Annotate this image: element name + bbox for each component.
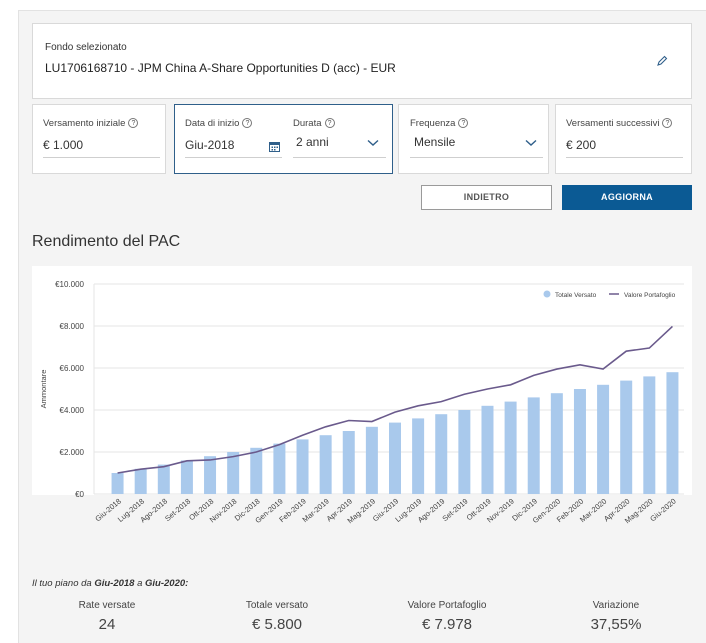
bar-totale-versato — [342, 431, 355, 494]
back-button[interactable]: INDIETRO — [421, 185, 552, 210]
stat-installments: Rate versate 24 — [37, 600, 177, 633]
input-underline — [43, 157, 160, 158]
update-button[interactable]: AGGIORNA — [562, 185, 692, 210]
bar-totale-versato — [504, 401, 517, 494]
stat-title: Rate versate — [78, 600, 136, 611]
subsequent-payments-label: Versamenti successivi — [566, 118, 660, 129]
stat-value: 37,55% — [590, 616, 642, 633]
bar-totale-versato — [180, 460, 193, 494]
stat-title: Variazione — [592, 600, 640, 611]
bar-totale-versato — [666, 372, 679, 494]
y-tick-label: €2.000 — [60, 448, 85, 457]
chevron-down-icon[interactable] — [367, 139, 379, 147]
bar-totale-versato — [458, 410, 471, 494]
stat-change: Variazione 37,55% — [546, 600, 686, 633]
performance-chart: €0 €2.000 €4.000 €6.000 €8.000 €10.000 Ammonta… — [32, 266, 692, 525]
start-date-value[interactable]: Giu-2018 — [185, 138, 234, 152]
duration-label: Durata — [293, 118, 322, 129]
bar-totale-versato — [111, 473, 124, 494]
help-icon[interactable]: ? — [128, 118, 139, 128]
subsequent-payments-field[interactable]: Versamenti successivi? € 200 — [555, 104, 692, 174]
stat-portfolio-value: Valore Portafoglio € 7.978 — [377, 600, 517, 633]
help-icon[interactable]: ? — [324, 118, 335, 128]
y-tick-label: €0 — [75, 490, 84, 499]
bar-totale-versato — [204, 456, 217, 494]
subsequent-payments-value[interactable]: € 200 — [566, 138, 596, 152]
stat-value: € 5.800 — [251, 616, 303, 633]
plan-summary: Il tuo piano da Giu-2018 a Giu-2020: — [32, 578, 188, 589]
initial-payment-label: Versamento iniziale — [43, 118, 126, 129]
fund-value: LU1706168710 - JPM China A-Share Opportu… — [45, 61, 396, 75]
fund-label: Fondo selezionato — [45, 42, 127, 53]
plan-suffix: : — [185, 578, 189, 589]
chevron-down-icon[interactable] — [525, 139, 537, 147]
help-icon[interactable]: ? — [458, 118, 469, 128]
bar-totale-versato — [550, 393, 563, 494]
bar-totale-versato — [527, 397, 540, 494]
x-tick-label: Set-2018 — [163, 497, 192, 523]
bar-totale-versato — [296, 439, 309, 494]
initial-payment-field[interactable]: Versamento iniziale? € 1.000 — [32, 104, 166, 174]
y-tick-label: €4.000 — [60, 406, 85, 415]
help-icon[interactable]: ? — [662, 118, 673, 128]
input-underline — [410, 157, 543, 158]
bar-totale-versato — [389, 422, 401, 494]
date-duration-field: Data di inizio? Giu-2018 Durata? 2 anni — [174, 104, 393, 174]
plan-to: Giu-2020 — [145, 578, 186, 589]
bar-totale-versato — [365, 426, 378, 494]
y-tick-label: €10.000 — [55, 280, 84, 289]
duration-value[interactable]: 2 anni — [296, 135, 329, 149]
bar-totale-versato — [643, 376, 656, 494]
bar-totale-versato — [481, 405, 494, 494]
bar-totale-versato — [435, 414, 448, 494]
bar-totale-versato — [134, 468, 147, 494]
y-axis-title: Ammontare — [39, 370, 48, 409]
legend-marker-bar — [543, 290, 551, 298]
bar-totale-versato — [597, 384, 610, 494]
stat-title: Totale versato — [245, 600, 309, 611]
y-tick-label: €8.000 — [60, 322, 85, 331]
input-underline — [293, 157, 386, 158]
frequency-field[interactable]: Frequenza? Mensile — [398, 104, 549, 174]
frequency-label: Frequenza — [410, 118, 456, 129]
plan-prefix: Il tuo piano da — [32, 578, 95, 589]
legend-label: Totale Versato — [555, 292, 597, 299]
initial-payment-value[interactable]: € 1.000 — [43, 138, 83, 152]
fund-selector-card[interactable]: Fondo selezionato LU1706168710 - JPM Chi… — [32, 23, 692, 99]
bar-totale-versato — [250, 447, 263, 494]
input-underline — [566, 157, 683, 158]
bar-totale-versato — [573, 389, 586, 494]
bar-totale-versato — [412, 418, 425, 494]
frequency-value[interactable]: Mensile — [414, 135, 455, 149]
chart-background — [32, 266, 692, 495]
bar-totale-versato — [227, 452, 240, 494]
stat-total-paid: Totale versato € 5.800 — [207, 600, 347, 633]
help-icon[interactable]: ? — [242, 118, 253, 128]
pencil-icon[interactable] — [655, 54, 669, 68]
bar-totale-versato — [157, 464, 170, 494]
plan-from: Giu-2018 — [94, 578, 135, 589]
bar-totale-versato — [319, 435, 332, 494]
section-title: Rendimento del PAC — [32, 233, 181, 250]
start-date-label: Data di inizio — [185, 118, 240, 129]
plan-mid: a — [134, 578, 146, 589]
calendar-icon[interactable] — [269, 141, 280, 152]
stat-title: Valore Portafoglio — [407, 600, 487, 611]
x-tick-label: Giu-2020 — [648, 497, 677, 524]
x-tick-label: Set-2019 — [441, 497, 470, 523]
input-underline — [185, 157, 282, 158]
bar-totale-versato — [273, 443, 286, 494]
stat-value: € 7.978 — [421, 616, 473, 633]
bar-totale-versato — [620, 380, 633, 494]
legend-label: Valore Portafoglio — [624, 292, 676, 299]
stat-value: 24 — [98, 616, 116, 633]
y-tick-label: €6.000 — [60, 364, 85, 373]
